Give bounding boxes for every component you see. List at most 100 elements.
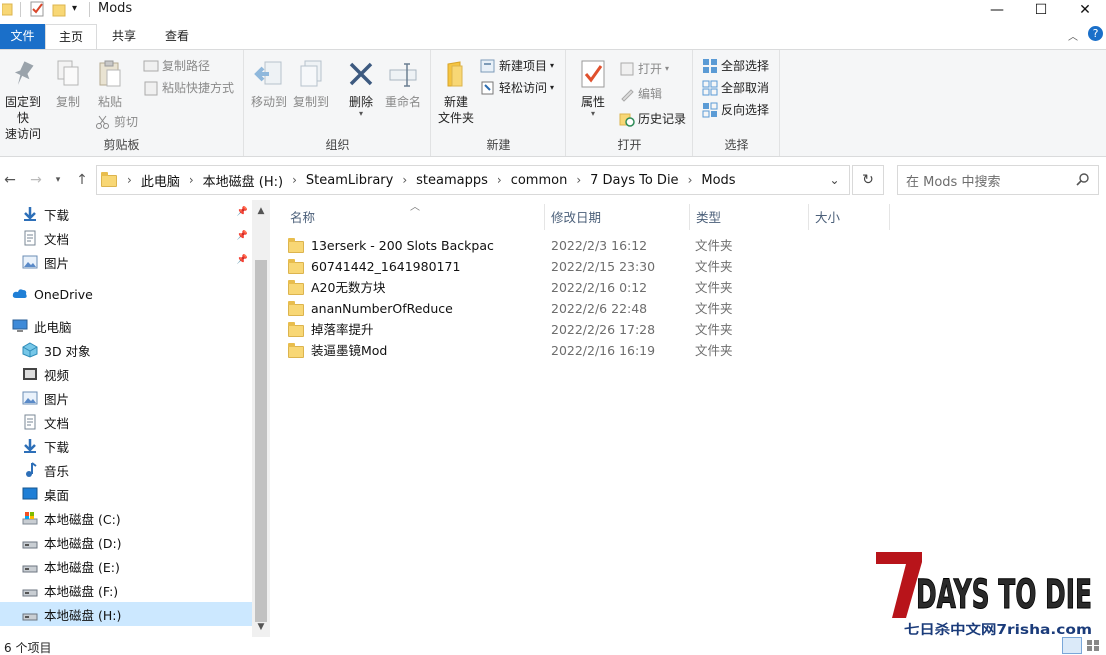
select-all-button[interactable]: 全部选择	[702, 57, 769, 75]
nav-item[interactable]: 文档	[0, 410, 252, 434]
table-row[interactable]: 13erserk - 200 Slots Backpac 2022/2/3 16:…	[288, 235, 748, 256]
chevron-right-icon[interactable]: ›	[402, 173, 407, 187]
svg-text:七日杀中文网7risha.com: 七日杀中文网7risha.com	[904, 622, 1092, 638]
search-input[interactable]: 在 Mods 中搜索	[897, 165, 1099, 195]
nav-item[interactable]: 此电脑	[0, 314, 252, 338]
nav-scrollbar[interactable]: ▲ ▼	[252, 200, 270, 637]
copy-to-label: 复制到	[292, 95, 329, 109]
back-arrow-icon[interactable]: ←	[0, 170, 20, 190]
scroll-down-icon[interactable]: ▼	[252, 620, 270, 634]
nav-item[interactable]: OneDrive	[0, 282, 252, 306]
nav-item[interactable]: 视频	[0, 362, 252, 386]
column-header-name[interactable]: 名称	[284, 206, 544, 230]
column-header-type[interactable]: 类型	[690, 206, 808, 230]
cut-button[interactable]: 剪切	[95, 113, 138, 131]
scroll-up-icon[interactable]: ▲	[252, 204, 270, 218]
nav-item[interactable]: 本地磁盘 (D:)	[0, 530, 252, 554]
column-header-date[interactable]: 修改日期	[545, 206, 689, 230]
breadcrumb-item[interactable]: steamapps	[416, 173, 488, 188]
refresh-icon[interactable]: ↻	[852, 165, 884, 195]
breadcrumb-item[interactable]: Mods	[701, 173, 735, 188]
scrollbar-thumb[interactable]	[255, 260, 267, 622]
nav-item[interactable]: 下载	[0, 434, 252, 458]
breadcrumb-item[interactable]: 此电脑	[141, 171, 180, 190]
nav-item[interactable]: 桌面	[0, 482, 252, 506]
large-icons-view-icon[interactable]	[1086, 639, 1100, 652]
pin-icon[interactable]: 📌	[237, 231, 248, 241]
address-history-dropdown[interactable]: ⌄	[820, 165, 850, 195]
customize-qa-icon[interactable]: ▾	[72, 3, 77, 19]
pin-icon[interactable]: 📌	[237, 255, 248, 265]
tab-file[interactable]: 文件	[0, 24, 45, 49]
breadcrumb-item[interactable]: SteamLibrary	[306, 173, 393, 188]
address-bar[interactable]: › 此电脑 › 本地磁盘 (H:) › SteamLibrary › steamapps › c…	[96, 165, 850, 195]
edit-button[interactable]: 编辑	[619, 85, 662, 103]
table-row[interactable]: ananNumberOfReduce 2022/2/6 22:48 文件夹	[288, 298, 748, 319]
forward-arrow-icon[interactable]: →	[26, 170, 46, 190]
tab-share[interactable]: 共享	[100, 24, 148, 49]
nav-item[interactable]: 本地磁盘 (H:)	[0, 602, 252, 626]
tab-view[interactable]: 查看	[152, 24, 202, 49]
table-row[interactable]: 掉落率提升 2022/2/26 17:28 文件夹	[288, 319, 748, 340]
nav-item[interactable]: 本地磁盘 (F:)	[0, 578, 252, 602]
chevron-right-icon[interactable]: ›	[576, 173, 581, 187]
chevron-right-icon[interactable]: ›	[497, 173, 502, 187]
collapse-ribbon-icon[interactable]: ︿	[1068, 28, 1078, 43]
chevron-right-icon[interactable]: ›	[127, 173, 132, 187]
details-view-icon[interactable]	[1062, 637, 1082, 654]
new-folder-button[interactable]: 新建 文件夹	[436, 58, 476, 126]
breadcrumb-item[interactable]: 本地磁盘 (H:)	[203, 171, 283, 190]
table-row[interactable]: A20无数方块 2022/2/16 0:12 文件夹	[288, 277, 748, 298]
delete-dropdown-icon[interactable]: ▾	[343, 110, 379, 118]
recent-locations-icon[interactable]: ▾	[48, 170, 68, 190]
copy-path-button[interactable]: 复制路径	[143, 57, 210, 75]
nav-item[interactable]: 图片 📌	[0, 250, 252, 274]
invert-selection-button[interactable]: 反向选择	[702, 101, 769, 119]
new-item-button[interactable]: 新建项目 ▾	[480, 57, 554, 75]
chevron-right-icon[interactable]: ›	[189, 173, 194, 187]
column-header-size[interactable]: 大小	[809, 206, 889, 230]
properties-qa-icon[interactable]	[30, 1, 46, 17]
nav-item[interactable]: 下载 📌	[0, 202, 252, 226]
maximize-button[interactable]: ☐	[1018, 0, 1064, 20]
pin-label-1: 固定到快	[4, 95, 41, 125]
nav-item[interactable]: 文档 📌	[0, 226, 252, 250]
rename-button[interactable]: 重命名	[383, 58, 423, 110]
breadcrumb-item[interactable]: common	[511, 173, 568, 188]
properties-dropdown-icon[interactable]: ▾	[573, 110, 613, 118]
copy-to-button[interactable]: 复制到	[291, 58, 331, 110]
column-divider[interactable]	[889, 204, 890, 230]
nav-item[interactable]: 本地磁盘 (E:)	[0, 554, 252, 578]
table-row[interactable]: 60741442_1641980171 2022/2/15 23:30 文件夹	[288, 256, 748, 277]
nav-item[interactable]: 音乐	[0, 458, 252, 482]
nav-item[interactable]: 本地磁盘 (C:)	[0, 506, 252, 530]
copy-button[interactable]: 复制	[50, 58, 86, 110]
chevron-right-icon[interactable]: ›	[292, 173, 297, 187]
window-title: Mods	[98, 1, 133, 16]
new-folder-qa-icon[interactable]	[52, 1, 68, 17]
properties-button[interactable]: 属性 ▾	[573, 58, 613, 118]
table-row[interactable]: 装逼墨镜Mod 2022/2/16 16:19 文件夹	[288, 340, 748, 361]
pin-icon[interactable]: 📌	[237, 207, 248, 217]
document-icon	[22, 414, 38, 430]
select-none-button[interactable]: 全部取消	[702, 79, 769, 97]
history-button[interactable]: 历史记录	[619, 110, 686, 128]
minimize-button[interactable]: —	[974, 0, 1020, 20]
chevron-right-icon[interactable]: ›	[688, 173, 693, 187]
paste-button[interactable]: 粘贴	[92, 58, 128, 110]
delete-button[interactable]: 删除 ▾	[343, 58, 379, 118]
file-name: A20无数方块	[311, 280, 386, 295]
nav-item[interactable]: 图片	[0, 386, 252, 410]
close-button[interactable]: ✕	[1062, 0, 1106, 20]
nav-item-label: 下载	[44, 439, 70, 455]
paste-shortcut-button[interactable]: 粘贴快捷方式	[143, 79, 234, 97]
help-icon[interactable]: ?	[1088, 26, 1103, 41]
nav-item[interactable]: 3D 对象	[0, 338, 252, 362]
tab-home[interactable]: 主页	[45, 24, 97, 50]
pin-quick-access-button[interactable]: 固定到快 速访问	[0, 58, 46, 142]
open-button[interactable]: 打开 ▾	[619, 60, 669, 78]
move-to-button[interactable]: 移动到	[249, 58, 289, 110]
up-arrow-icon[interactable]: ↑	[72, 170, 92, 190]
breadcrumb-item[interactable]: 7 Days To Die	[590, 173, 678, 188]
easy-access-button[interactable]: 轻松访问 ▾	[480, 79, 554, 97]
